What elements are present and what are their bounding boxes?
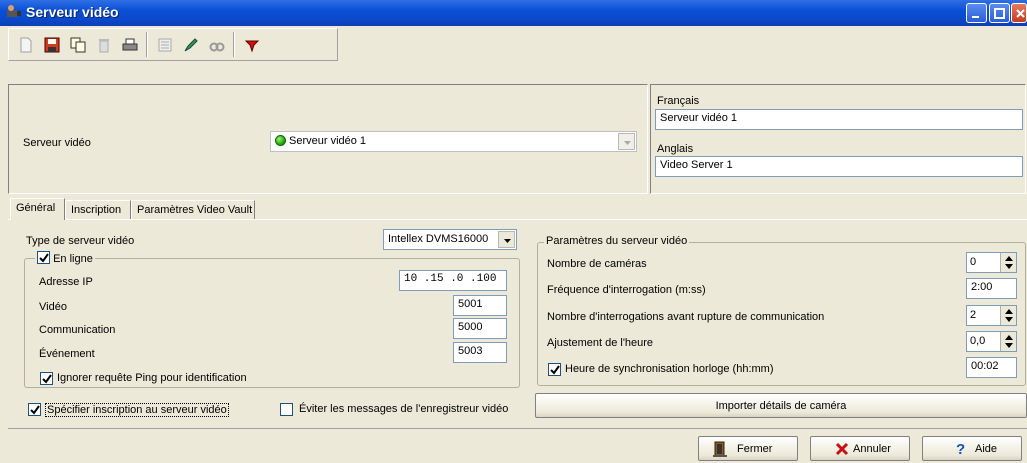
maximize-button[interactable] [989, 3, 1010, 23]
import-camera-details-button[interactable]: Importer détails de caméra [535, 393, 1027, 418]
ip-address-field[interactable]: 10 .15 .0 .100 [399, 270, 507, 291]
edit-button[interactable] [178, 32, 204, 57]
camera-count-spinner[interactable]: 0 [966, 252, 1017, 273]
server-type-label: Type de serveur vidéo [26, 235, 135, 247]
specify-inscription-checkbox[interactable] [28, 403, 41, 416]
window: Serveur vidéo Serveur vidéo Serveur vidé… [0, 0, 1027, 463]
tab-general[interactable]: Général [10, 198, 65, 220]
toolbar-separator [146, 32, 148, 57]
sync-time-checkbox[interactable] [548, 363, 561, 376]
print-button[interactable] [117, 32, 143, 57]
tab-video-vault[interactable]: Paramètres Video Vault [131, 200, 255, 219]
copy-icon [70, 37, 86, 53]
communication-port-field[interactable]: 5000 [453, 318, 507, 339]
tab-inscription[interactable]: Inscription [65, 200, 131, 219]
sync-time-label: Heure de synchronisation horloge (hh:mm) [565, 363, 774, 375]
ignore-ping-label: Ignorer requête Ping pour identification [57, 372, 247, 384]
delete-icon [99, 39, 109, 53]
specify-inscription-label: Spécifier inscription au serveur vidéo [45, 403, 229, 417]
window-title: Serveur vidéo [26, 4, 119, 20]
french-name-field[interactable]: Serveur vidéo 1 [655, 109, 1023, 130]
x-icon [835, 442, 849, 459]
close-button[interactable]: Fermer [698, 436, 798, 461]
event-port-field[interactable]: 5003 [453, 342, 507, 363]
server-selection-panel: Serveur vidéo Serveur vidéo 1 [8, 84, 648, 194]
minimize-button[interactable] [966, 3, 987, 23]
spinner-arrows-icon[interactable] [1000, 332, 1016, 351]
chevron-down-icon[interactable] [498, 231, 515, 248]
ignore-ping-checkbox[interactable] [40, 372, 53, 385]
server-label: Serveur vidéo [23, 137, 91, 149]
door-icon [712, 441, 728, 460]
polls-before-break-label: Nombre d'interrogations avant rupture de… [547, 311, 825, 323]
online-checkbox[interactable] [37, 251, 50, 264]
spinner-arrows-icon[interactable] [1000, 253, 1016, 272]
french-label: Français [657, 95, 700, 107]
print-icon [122, 38, 138, 51]
english-name-field[interactable]: Video Server 1 [655, 156, 1023, 177]
camera-app-icon [6, 4, 22, 20]
time-adjust-label: Ajustement de l'heure [547, 337, 654, 349]
poll-frequency-label: Fréquence d'interrogation (m:ss) [547, 284, 706, 296]
toolbar-separator [233, 32, 235, 57]
communication-port-label: Communication [39, 324, 116, 336]
edit-icon [184, 38, 198, 52]
poll-frequency-field[interactable]: 2:00 [966, 278, 1017, 299]
save-icon [44, 37, 60, 53]
cancel-button[interactable]: Annuler [810, 436, 910, 461]
server-select[interactable]: Serveur vidéo 1 [270, 131, 637, 152]
chevron-down-icon[interactable] [618, 133, 635, 150]
time-adjust-spinner[interactable]: 0,0 [966, 331, 1017, 352]
list-button[interactable] [152, 32, 178, 57]
new-button[interactable] [13, 32, 39, 57]
list-icon [158, 38, 172, 52]
find-icon [209, 42, 225, 52]
tag-icon [244, 40, 260, 53]
sync-time-field[interactable]: 00:02 [966, 357, 1017, 378]
polls-before-break-spinner[interactable]: 2 [966, 305, 1017, 326]
server-type-select[interactable]: Intellex DVMS16000 [383, 229, 517, 250]
save-button[interactable] [39, 32, 65, 57]
ip-address-label: Adresse IP [39, 276, 93, 288]
online-label: En ligne [53, 253, 93, 265]
avoid-messages-label: Éviter les messages de l'enregistreur vi… [299, 403, 509, 415]
spinner-arrows-icon[interactable] [1000, 306, 1016, 325]
language-panel: Français Serveur vidéo 1 Anglais Video S… [650, 84, 1026, 194]
avoid-messages-checkbox[interactable] [280, 403, 293, 416]
title-bar: Serveur vidéo [0, 0, 1027, 26]
toolbar [8, 28, 338, 61]
tag-button[interactable] [239, 32, 265, 57]
server-select-value: Serveur vidéo 1 [289, 135, 367, 147]
video-port-field[interactable]: 5001 [453, 295, 507, 316]
new-icon [20, 37, 32, 53]
server-type-value: Intellex DVMS16000 [388, 233, 489, 245]
close-window-button[interactable] [1011, 3, 1027, 23]
video-port-label: Vidéo [39, 301, 67, 313]
question-icon: ? [956, 441, 966, 458]
find-button[interactable] [204, 32, 230, 57]
help-button[interactable]: ? Aide [922, 436, 1022, 461]
copy-button[interactable] [65, 32, 91, 57]
online-status-icon [275, 135, 286, 146]
camera-count-label: Nombre de caméras [547, 258, 647, 270]
delete-button[interactable] [91, 32, 117, 57]
english-label: Anglais [657, 143, 694, 155]
server-params-title: Paramètres du serveur vidéo [544, 235, 690, 247]
event-port-label: Événement [39, 348, 95, 360]
